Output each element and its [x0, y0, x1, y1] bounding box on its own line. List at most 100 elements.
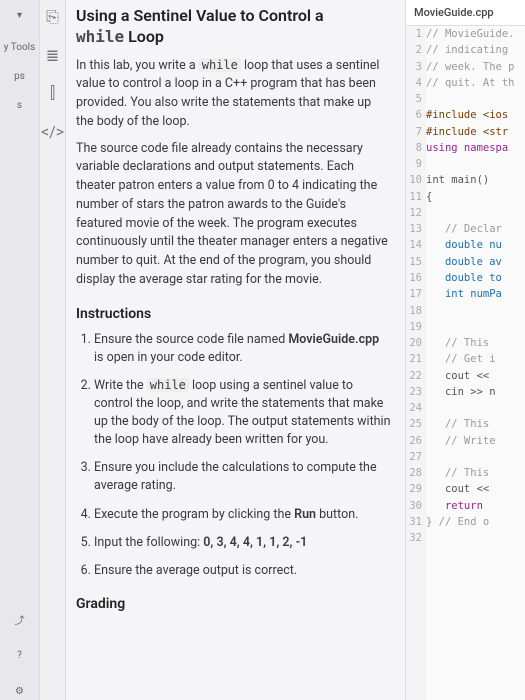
instructions-list: Ensure the source code file named MovieG… — [94, 331, 391, 580]
code-line[interactable]: // This — [426, 465, 525, 481]
line-number: 26 — [406, 433, 422, 449]
code-line[interactable] — [426, 303, 525, 319]
code-editor: MovieGuide.cpp 1234567891011121314151617… — [405, 0, 525, 700]
code-line[interactable]: } // End o — [426, 514, 525, 530]
line-number: 17 — [406, 286, 422, 302]
line-number: 7 — [406, 124, 422, 140]
collapse-button[interactable]: ▾ — [11, 6, 29, 24]
code-line[interactable]: { — [426, 189, 525, 205]
book-icon[interactable]: ⎘ — [44, 8, 62, 26]
intro-text-a: In this lab, you write a — [76, 58, 199, 73]
step-1: Ensure the source code file named MovieG… — [94, 331, 391, 367]
chart-icon[interactable]: ⫿ — [44, 84, 62, 102]
line-number: 31 — [406, 514, 422, 530]
step5-a: Input the following: — [94, 535, 203, 550]
line-number: 9 — [406, 156, 422, 172]
line-number: 6 — [406, 107, 422, 123]
title-keyword: while — [76, 27, 124, 46]
code-line[interactable]: int numPa — [426, 286, 525, 302]
step-2: Write the while loop using a sentinel va… — [94, 377, 391, 450]
line-number: 22 — [406, 368, 422, 384]
tools-nav[interactable]: y Tools — [4, 42, 36, 53]
code-line[interactable] — [426, 449, 525, 465]
code-line[interactable]: // This — [426, 335, 525, 351]
code-line[interactable]: double nu — [426, 237, 525, 253]
line-number: 2 — [406, 42, 422, 58]
code-line[interactable]: double to — [426, 270, 525, 286]
line-gutter: 1234567891011121314151617181920212223242… — [406, 26, 426, 700]
line-number: 28 — [406, 465, 422, 481]
code-line[interactable]: cout << — [426, 481, 525, 497]
tools-label: y Tools — [4, 42, 36, 53]
code-line[interactable] — [426, 205, 525, 221]
step-6: Ensure the average output is correct. — [94, 562, 391, 580]
instructions-heading: Instructions — [76, 304, 391, 325]
code-line[interactable]: // indicating — [426, 42, 525, 58]
line-number: 1 — [406, 26, 422, 42]
title-text-2: Loop — [128, 27, 164, 46]
code-line[interactable]: // Get i — [426, 351, 525, 367]
code-line[interactable] — [426, 156, 525, 172]
code-line[interactable]: double av — [426, 254, 525, 270]
ps-nav[interactable]: ps — [14, 71, 25, 82]
line-number: 29 — [406, 481, 422, 497]
share-icon: ⤴ — [11, 610, 29, 628]
code-line[interactable]: // Write — [426, 433, 525, 449]
code-area[interactable]: // MovieGuide.// indicating// week. The … — [426, 26, 525, 700]
line-number: 12 — [406, 205, 422, 221]
help-button[interactable]: ? — [11, 646, 29, 664]
left-rail: ▾ y Tools ps s ⤴ ? ⚙ — [0, 0, 40, 700]
code-line[interactable]: // quit. At th — [426, 75, 525, 91]
description-paragraph: The source code file already contains th… — [76, 140, 391, 290]
ps-label: ps — [14, 71, 25, 82]
line-number: 21 — [406, 351, 422, 367]
line-number: 20 — [406, 335, 422, 351]
code-line[interactable]: #include <str — [426, 124, 525, 140]
s-nav[interactable]: s — [17, 100, 22, 111]
line-number: 27 — [406, 449, 422, 465]
code-line[interactable] — [426, 530, 525, 546]
code-line[interactable] — [426, 400, 525, 416]
code-line[interactable] — [426, 319, 525, 335]
line-number: 8 — [406, 140, 422, 156]
step-3: Ensure you include the calculations to c… — [94, 459, 391, 495]
intro-paragraph: In this lab, you write a while loop that… — [76, 56, 391, 132]
grading-heading: Grading — [76, 594, 391, 615]
code-line[interactable]: cout << — [426, 368, 525, 384]
line-number: 23 — [406, 384, 422, 400]
code-icon[interactable]: </> — [44, 122, 62, 140]
editor-tab[interactable]: MovieGuide.cpp — [406, 0, 525, 26]
gear-icon: ⚙ — [11, 682, 29, 700]
s-label: s — [17, 100, 22, 111]
editor-body[interactable]: 1234567891011121314151617181920212223242… — [406, 26, 525, 700]
title-text-1: Using a Sentinel Value to Control a — [76, 6, 324, 25]
step1-b: is open in your code editor. — [94, 350, 243, 365]
code-line[interactable]: // MovieGuide. — [426, 26, 525, 42]
line-number: 32 — [406, 530, 422, 546]
line-number: 15 — [406, 254, 422, 270]
code-line[interactable]: #include <ios — [426, 107, 525, 123]
line-number: 13 — [406, 221, 422, 237]
code-line[interactable]: // This — [426, 416, 525, 432]
instructions-panel: Using a Sentinel Value to Control a whil… — [66, 0, 405, 700]
share-button[interactable]: ⤴ — [11, 610, 29, 628]
line-number: 10 — [406, 172, 422, 188]
code-line[interactable]: return — [426, 498, 525, 514]
chevron-down-icon: ▾ — [11, 6, 29, 24]
code-line[interactable]: // Declar — [426, 221, 525, 237]
step5-input: 0, 3, 4, 4, 1, 1, 2, -1 — [203, 535, 307, 550]
step2-a: Write the — [94, 378, 147, 393]
code-line[interactable]: int main() — [426, 172, 525, 188]
step-5: Input the following: 0, 3, 4, 4, 1, 1, 2… — [94, 534, 391, 552]
code-line[interactable] — [426, 91, 525, 107]
step1-file: MovieGuide.cpp — [288, 332, 379, 347]
line-number: 5 — [406, 91, 422, 107]
line-number: 16 — [406, 270, 422, 286]
code-line[interactable]: // week. The p — [426, 59, 525, 75]
line-number: 3 — [406, 59, 422, 75]
mid-rail: ⎘ ≣ ⫿ </> — [40, 0, 66, 700]
code-line[interactable]: cin >> n — [426, 384, 525, 400]
settings-button[interactable]: ⚙ — [11, 682, 29, 700]
code-line[interactable]: using namespa — [426, 140, 525, 156]
list-icon[interactable]: ≣ — [44, 46, 62, 64]
